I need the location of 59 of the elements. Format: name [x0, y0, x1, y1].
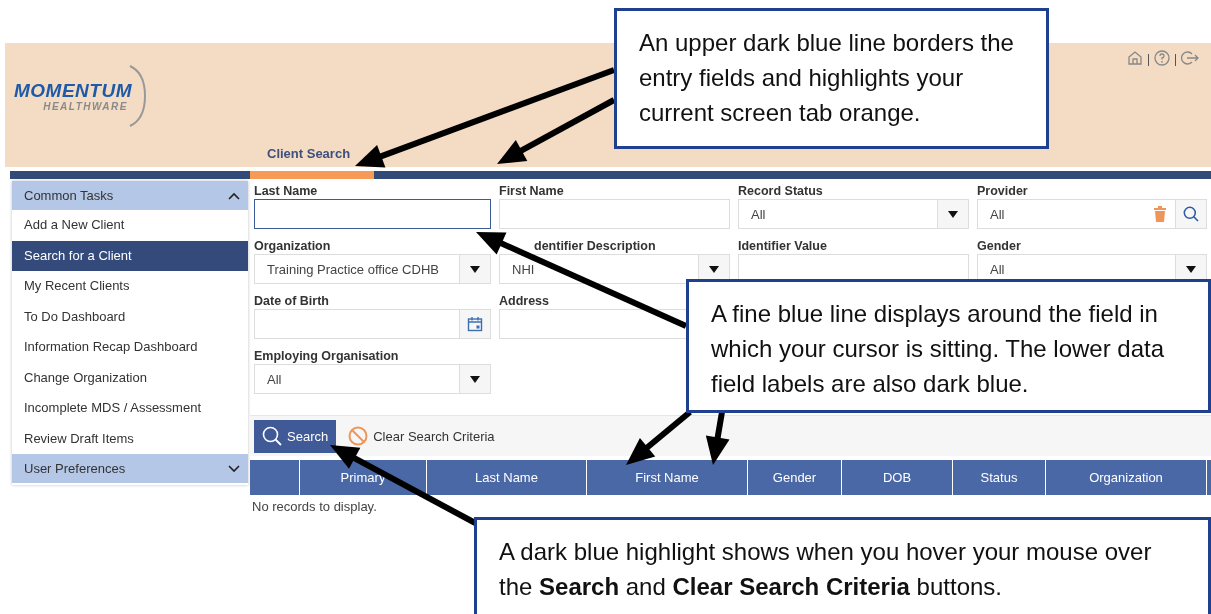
column-header[interactable]: Organization [1046, 460, 1207, 495]
field-label: dentifier Description [534, 238, 656, 254]
sidebar-item[interactable]: My Recent Clients [12, 271, 248, 302]
logo-name: MOMENTUM [14, 80, 132, 101]
help-icon[interactable] [1154, 49, 1170, 66]
dropdown[interactable]: All [738, 199, 969, 229]
logout-icon[interactable] [1181, 49, 1199, 66]
input-field[interactable]: All [977, 199, 1207, 229]
date-field[interactable] [254, 309, 491, 339]
sidebar-section-header[interactable]: User Preferences [12, 454, 248, 483]
callout-arrow [705, 411, 730, 465]
sidebar-section-header[interactable]: Common Tasks [12, 181, 248, 210]
clear-button[interactable]: Clear Search Criteria [342, 419, 501, 453]
search-icon[interactable] [1183, 206, 1199, 222]
dropdown-caret-icon [1186, 265, 1196, 273]
dropdown[interactable]: NHI [499, 254, 730, 284]
sidebar-item[interactable]: Incomplete MDS / Assessment [12, 393, 248, 424]
field-label: Record Status [738, 183, 823, 199]
dropdown[interactable]: Training Practice office CDHB [254, 254, 491, 284]
field-label: Gender [977, 238, 1021, 254]
input-field[interactable] [254, 199, 491, 229]
search-icon [262, 426, 282, 446]
empty-message: No records to display. [251, 498, 378, 516]
callout-text: An upper dark blue line borders the entry fields and highlights your current screen tab orange. [639, 28, 1015, 128]
sidebar-item[interactable]: To Do Dashboard [12, 301, 248, 332]
field-label: Last Name [254, 183, 318, 199]
calendar-icon[interactable] [467, 316, 483, 332]
screen-tab[interactable]: Client Search [250, 146, 368, 161]
sidebar-item[interactable]: Review Draft Items [12, 423, 248, 454]
column-header[interactable]: Status [953, 460, 1046, 495]
column-header[interactable]: DOB [842, 460, 953, 495]
dropdown-caret-icon [470, 375, 480, 383]
logo-subtitle: HEALTHWARE [43, 100, 128, 112]
field-label: Employing Organisation [254, 348, 399, 364]
field-label: Identifier Value [738, 238, 827, 254]
field-label: Address [499, 293, 550, 309]
prohibited-icon [348, 426, 369, 446]
chevron-icon [228, 191, 240, 200]
sidebar-item[interactable]: Information Recap Dashboard [12, 332, 248, 363]
field-label: Date of Birth [254, 293, 329, 309]
home-icon[interactable] [1127, 49, 1143, 66]
field-label: Organization [254, 238, 331, 254]
field-label: First Name [499, 183, 564, 199]
callout-text: A dark blue highlight shows when you hover your mouse over the Search and Clear Search Criteria buttons. [499, 537, 1153, 602]
callout-text: A fine blue line displays around the field in which your cursor is sitting. The lower data field labels are also dark blue. [711, 299, 1166, 399]
callout-arrow [626, 409, 692, 465]
search-button[interactable]: Search [254, 419, 337, 453]
sidebar-item[interactable]: Change Organization [12, 362, 248, 393]
sidebar-item[interactable]: Search for a Client [12, 240, 248, 271]
dropdown[interactable]: All [254, 364, 491, 394]
dropdown-caret-icon [709, 265, 719, 273]
sidebar-item[interactable]: Add a New Client [12, 210, 248, 241]
dropdown-caret-icon [470, 265, 480, 273]
column-header[interactable]: Last Name [427, 460, 587, 495]
field-label: Provider [977, 183, 1028, 199]
chevron-icon [228, 464, 240, 473]
trash-icon[interactable] [1154, 206, 1166, 222]
dropdown-caret-icon [948, 210, 958, 218]
column-header[interactable]: Gender [748, 460, 842, 495]
